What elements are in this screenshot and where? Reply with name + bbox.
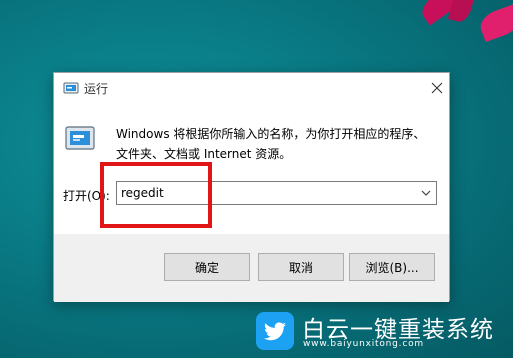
dialog-description: Windows 将根据你所输入的名称，为你打开相应的程序、文件夹、文档或 Int… — [116, 127, 426, 161]
flower-petal — [447, 0, 477, 25]
close-button[interactable] — [425, 73, 449, 103]
dialog-content: Windows 将根据你所输入的名称，为你打开相应的程序、文件夹、文档或 Int… — [54, 103, 449, 234]
twitter-bird-icon — [256, 312, 294, 350]
run-program-icon — [65, 126, 95, 150]
dialog-footer: 确定 取消 浏览(B)... — [54, 234, 449, 302]
dialog-titlebar: 运行 — [54, 73, 449, 103]
open-combobox[interactable] — [116, 181, 437, 205]
close-icon — [431, 82, 443, 94]
flower-petal — [476, 3, 513, 43]
cancel-button[interactable]: 取消 — [258, 253, 344, 281]
run-icon — [63, 82, 79, 94]
open-label: 打开(O): — [63, 189, 110, 203]
dialog-title: 运行 — [84, 82, 109, 96]
chevron-down-icon[interactable] — [418, 185, 434, 201]
ok-button[interactable]: 确定 — [164, 253, 250, 281]
run-dialog: 运行 Windows 将根据你所输入的名称，为你打开相应的程序、文件夹、文档或 … — [53, 72, 450, 302]
watermark-url: www.baiyunxitong.com — [303, 339, 424, 349]
open-input[interactable] — [117, 182, 412, 204]
browse-button[interactable]: 浏览(B)... — [349, 253, 435, 281]
